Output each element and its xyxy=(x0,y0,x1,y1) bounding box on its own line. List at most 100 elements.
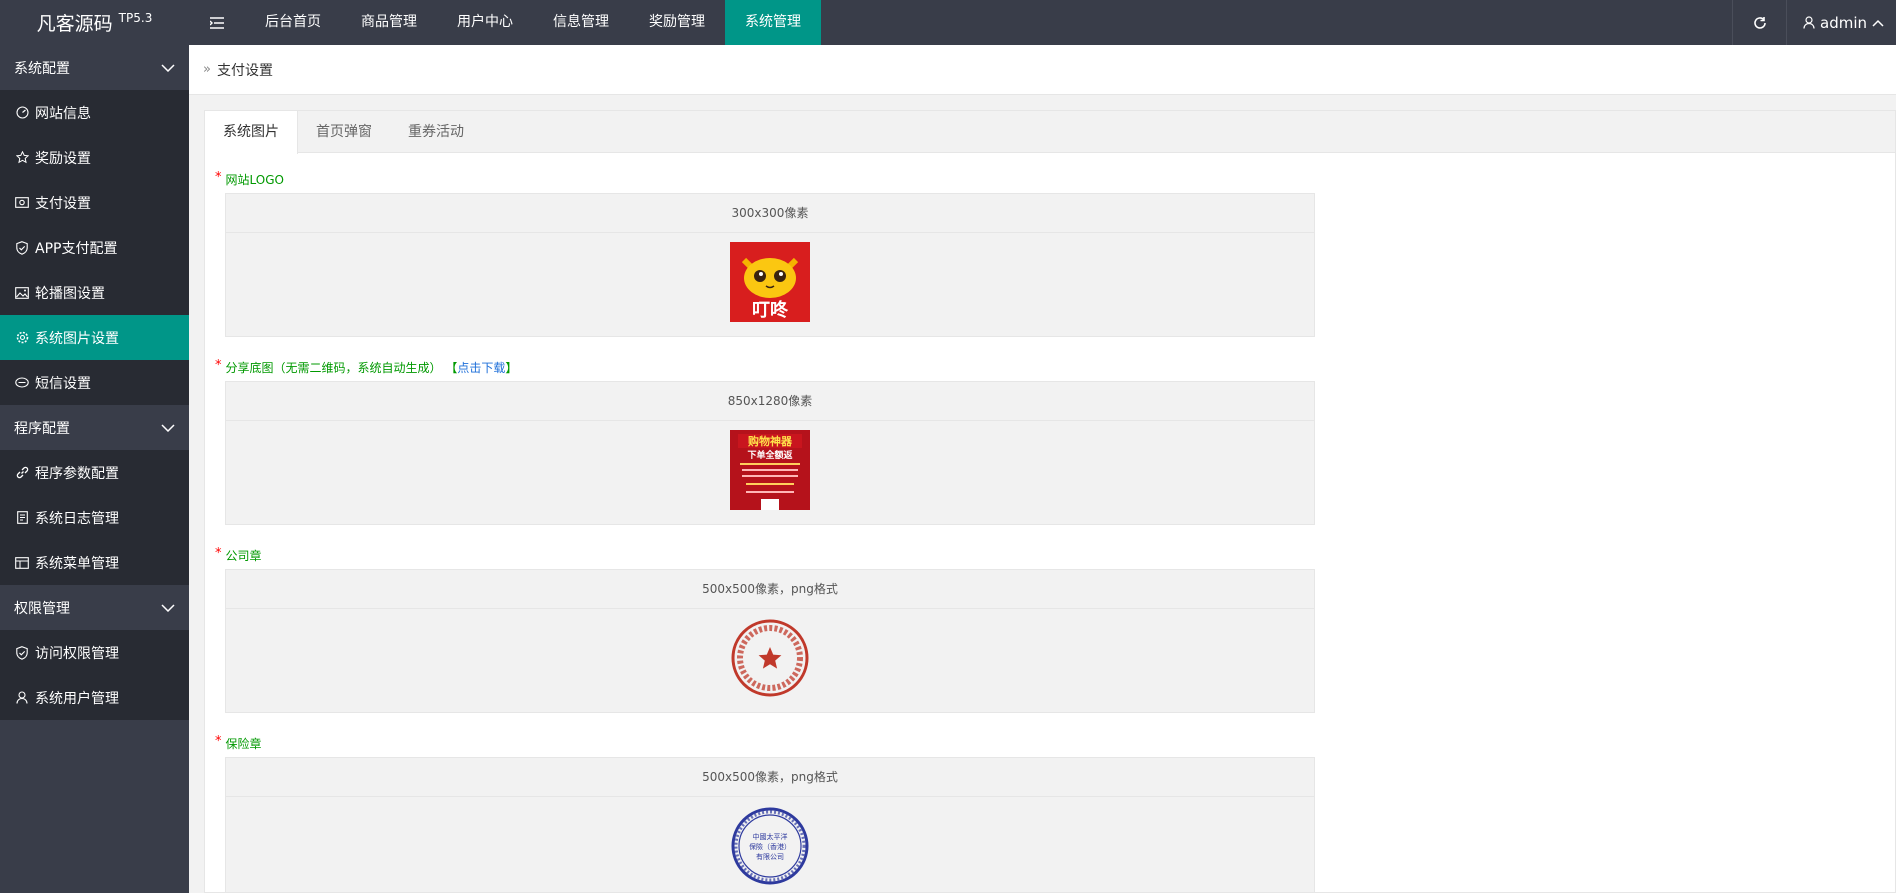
tab-bar: 系统图片 首页弹窗 重券活动 xyxy=(205,111,1895,154)
required-mark: * xyxy=(215,170,222,185)
tab-coupon-activity[interactable]: 重券活动 xyxy=(390,111,482,153)
sidebar-group-permissions[interactable]: 权限管理 xyxy=(0,585,189,630)
brand-version: TP5.3 xyxy=(118,10,153,25)
user-icon xyxy=(14,690,30,706)
insurance-seal-text-1: 中國太平洋 xyxy=(753,832,788,841)
sidebar-item-label: 奖励设置 xyxy=(35,150,91,167)
shield-icon xyxy=(14,645,30,661)
field-label-text: 分享底图（无需二维码，系统自动生成） xyxy=(225,361,442,375)
company-seal-image[interactable] xyxy=(730,618,810,698)
sidebar-item-payment-settings[interactable]: 支付设置 xyxy=(0,180,189,225)
upload-box[interactable]: 850x1280像素 购物神器 下单全额返 xyxy=(225,381,1315,525)
sidebar-item-banner-settings[interactable]: 轮播图设置 xyxy=(0,270,189,315)
sidebar-item-system-users[interactable]: 系统用户管理 xyxy=(0,675,189,720)
sidebar-item-label: 系统菜单管理 xyxy=(35,555,119,572)
shield-icon xyxy=(14,240,30,256)
bracket-open: 【 xyxy=(445,361,458,375)
sidebar-item-system-menu[interactable]: 系统菜单管理 xyxy=(0,540,189,585)
download-link[interactable]: 点击下载 xyxy=(457,361,505,375)
sidebar-item-system-log[interactable]: 系统日志管理 xyxy=(0,495,189,540)
sidebar-group-label: 程序配置 xyxy=(14,420,70,437)
nav-info[interactable]: 信息管理 xyxy=(533,0,629,45)
star-icon xyxy=(14,150,30,166)
sidebar-item-label: APP支付配置 xyxy=(35,240,118,257)
required-mark: * xyxy=(215,358,222,373)
required-mark: * xyxy=(215,734,222,749)
insurance-seal-image[interactable]: 中國太平洋 保險（香港） 有限公司 xyxy=(730,806,810,886)
double-chevron-right-icon: » xyxy=(203,62,211,77)
field-label-text: 公司章 xyxy=(225,549,262,563)
sidebar-item-label: 程序参数配置 xyxy=(35,465,119,482)
link-icon xyxy=(14,465,30,481)
sidebar-item-program-params[interactable]: 程序参数配置 xyxy=(0,450,189,495)
sidebar-group-system-config[interactable]: 系统配置 xyxy=(0,45,189,90)
sidebar-item-site-info[interactable]: 网站信息 xyxy=(0,90,189,135)
size-hint: 500x500像素，png格式 xyxy=(226,758,1314,797)
nav-rewards[interactable]: 奖励管理 xyxy=(629,0,725,45)
main-content: » 支付设置 系统图片 首页弹窗 重券活动 *网站LOGO 300x300像素 xyxy=(189,45,1896,893)
breadcrumb: » 支付设置 xyxy=(189,45,1896,95)
chevron-down-icon xyxy=(161,423,175,432)
nav-system[interactable]: 系统管理 xyxy=(725,0,821,45)
sidebar-item-sms-settings[interactable]: 短信设置 xyxy=(0,360,189,405)
user-menu[interactable]: admin xyxy=(1786,0,1896,45)
sidebar-item-app-payment[interactable]: APP支付配置 xyxy=(0,225,189,270)
sidebar-item-access-permissions[interactable]: 访问权限管理 xyxy=(0,630,189,675)
sidebar-group-label: 权限管理 xyxy=(14,600,70,617)
refresh-button[interactable] xyxy=(1732,0,1786,45)
sidebar: 系统配置 网站信息 奖励设置 支付设置 APP支付配置 轮播图设置 系统图片设置… xyxy=(0,45,189,893)
sidebar-item-system-images[interactable]: 系统图片设置 xyxy=(0,315,189,360)
insurance-seal-text-2: 保險（香港） xyxy=(749,842,791,851)
sidebar-toggle-button[interactable] xyxy=(189,0,245,45)
sidebar-group-label: 系统配置 xyxy=(14,60,70,77)
sidebar-item-label: 网站信息 xyxy=(35,105,91,122)
username: admin xyxy=(1820,13,1867,32)
refresh-icon xyxy=(1753,16,1766,29)
sidebar-item-label: 系统日志管理 xyxy=(35,510,119,527)
field-label-text: 保险章 xyxy=(225,737,262,751)
gear-icon xyxy=(14,330,30,346)
field-label: * 保险章 xyxy=(215,734,262,752)
tab-system-images[interactable]: 系统图片 xyxy=(205,111,298,154)
message-icon xyxy=(14,375,30,391)
indent-icon xyxy=(210,16,224,29)
nav-home[interactable]: 后台首页 xyxy=(245,0,341,45)
sidebar-item-label: 系统用户管理 xyxy=(35,690,119,707)
sidebar-group-program-config[interactable]: 程序配置 xyxy=(0,405,189,450)
nav-users[interactable]: 用户中心 xyxy=(437,0,533,45)
upload-box[interactable]: 500x500像素，png格式 xyxy=(225,569,1315,713)
chevron-down-icon xyxy=(161,603,175,612)
share-image-text-2: 下单全额返 xyxy=(747,449,792,461)
field-label: * 网站LOGO xyxy=(215,170,284,188)
gauge-icon xyxy=(14,105,30,121)
share-image-text-1: 购物神器 xyxy=(748,434,793,448)
upload-box[interactable]: 300x300像素 叮咚 xyxy=(225,193,1315,337)
field-label: * 分享底图（无需二维码，系统自动生成） 【点击下载】 xyxy=(215,358,518,376)
size-hint: 300x300像素 xyxy=(226,194,1314,233)
breadcrumb-current: 支付设置 xyxy=(216,62,273,79)
menu-icon xyxy=(14,555,30,571)
size-hint: 850x1280像素 xyxy=(226,382,1314,421)
sidebar-item-label: 系统图片设置 xyxy=(35,330,119,347)
size-hint: 500x500像素，png格式 xyxy=(226,570,1314,609)
share-background-image[interactable]: 购物神器 下单全额返 xyxy=(730,430,810,510)
field-label-text: 网站LOGO xyxy=(225,173,284,187)
logo-image[interactable]: 叮咚 xyxy=(730,242,810,322)
bracket-close: 】 xyxy=(505,361,518,375)
chevron-down-icon xyxy=(161,63,175,72)
user-icon xyxy=(1803,16,1815,29)
brand-logo[interactable]: 凡客源码 TP5.3 xyxy=(0,0,189,45)
image-icon xyxy=(14,285,30,301)
sidebar-item-label: 支付设置 xyxy=(35,195,91,212)
insurance-seal-text-3: 有限公司 xyxy=(756,852,784,861)
nav-goods[interactable]: 商品管理 xyxy=(341,0,437,45)
sidebar-item-reward-settings[interactable]: 奖励设置 xyxy=(0,135,189,180)
logo-image-text: 叮咚 xyxy=(752,299,789,321)
sidebar-item-label: 短信设置 xyxy=(35,375,91,392)
required-mark: * xyxy=(215,546,222,561)
settings-card: 系统图片 首页弹窗 重券活动 * 网站LOGO 300x300像素 叮咚 * 分… xyxy=(204,110,1896,893)
upload-box[interactable]: 500x500像素，png格式 中國太平洋 保險（香港） 有限公司 xyxy=(225,757,1315,892)
brand-title: 凡客源码 xyxy=(36,13,113,35)
tab-home-popup[interactable]: 首页弹窗 xyxy=(298,111,390,153)
money-icon xyxy=(14,195,30,211)
